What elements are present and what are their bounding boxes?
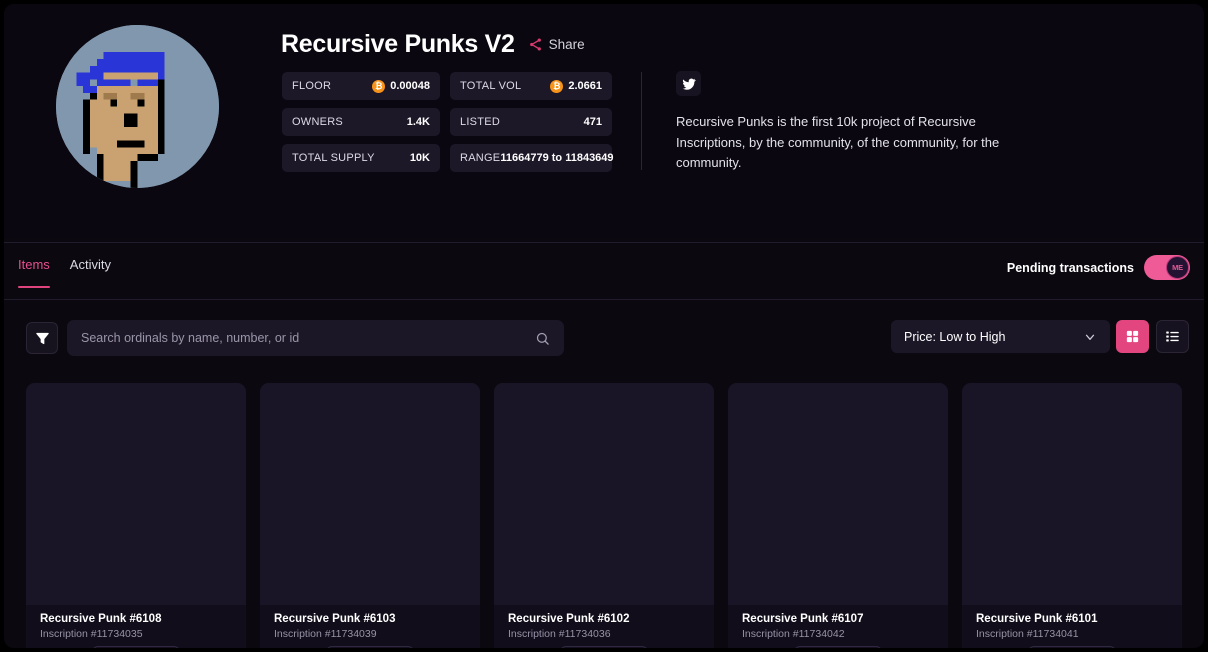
share-label: Share (549, 37, 585, 52)
item-info: Recursive Punk #6101 Inscription #117340… (962, 605, 1182, 648)
search-box[interactable] (67, 320, 564, 356)
item-title: Recursive Punk #6107 (742, 613, 934, 625)
share-nodes-icon (528, 37, 543, 52)
collection-title: Recursive Punks V2 (281, 30, 515, 59)
tab-bar: Items Activity Pending transactions ME (4, 243, 1204, 299)
item-info: Recursive Punk #6102 Inscription #117340… (494, 605, 714, 648)
stat-listed-label: LISTED (460, 116, 500, 128)
sort-select-value: Price: Low to High (904, 330, 1005, 344)
item-info: Recursive Punk #6108 Inscription #117340… (26, 605, 246, 648)
bitcoin-icon: ₿ (372, 80, 385, 93)
stat-range-label: RANGE (460, 152, 500, 164)
item-buy-button[interactable] (560, 646, 648, 648)
search-input[interactable] (81, 331, 535, 345)
filter-button[interactable] (26, 322, 58, 354)
bitcoin-icon: ₿ (550, 80, 563, 93)
item-card[interactable]: Recursive Punk #6108 Inscription #117340… (26, 383, 246, 648)
item-title: Recursive Punk #6103 (274, 613, 466, 625)
toggle-knob-label: ME (1172, 263, 1183, 272)
stat-range: RANGE 11664779 to 11843649 (450, 144, 612, 172)
collection-avatar (56, 25, 219, 188)
item-image (260, 383, 480, 605)
item-inscription: Inscription #11734036 (508, 628, 700, 640)
grid-view-button[interactable] (1116, 320, 1149, 353)
item-info: Recursive Punk #6107 Inscription #117340… (728, 605, 948, 648)
filter-funnel-icon (35, 331, 50, 346)
item-card[interactable]: Recursive Punk #6101 Inscription #117340… (962, 383, 1182, 648)
app-frame: Recursive Punks V2 Share FLOOR ₿ 0.00048 (4, 4, 1204, 648)
item-title: Recursive Punk #6101 (976, 613, 1168, 625)
stat-total-supply: TOTAL SUPPLY 10K (282, 144, 440, 172)
item-inscription: Inscription #11734042 (742, 628, 934, 640)
items-grid: Recursive Punk #6108 Inscription #117340… (4, 383, 1204, 648)
stat-floor-value: 0.00048 (390, 80, 430, 92)
stat-total-vol-value: 2.0661 (568, 80, 602, 92)
items-toolbar: Price: Low to High (4, 300, 1204, 383)
stat-floor-value-wrap: ₿ 0.00048 (372, 80, 430, 93)
stat-total-supply-label: TOTAL SUPPLY (292, 152, 375, 164)
item-buy-button[interactable] (92, 646, 180, 648)
stat-listed: LISTED 471 (450, 108, 612, 136)
stat-owners-label: OWNERS (292, 116, 343, 128)
tab-activity[interactable]: Activity (70, 257, 111, 288)
search-icon[interactable] (535, 331, 550, 346)
grid-view-icon (1125, 329, 1140, 344)
collection-description-block: Recursive Punks is the first 10k project… (676, 71, 1006, 174)
item-title: Recursive Punk #6108 (40, 613, 232, 625)
cryptopunk-avatar-icon (56, 25, 219, 188)
stat-total-vol-value-wrap: ₿ 2.0661 (550, 80, 602, 93)
stat-floor-label: FLOOR (292, 80, 331, 92)
twitter-icon (682, 77, 696, 91)
stat-total-vol-label: TOTAL VOL (460, 80, 521, 92)
share-button[interactable]: Share (528, 37, 585, 52)
item-inscription: Inscription #11734041 (976, 628, 1168, 640)
item-inscription: Inscription #11734039 (274, 628, 466, 640)
pending-transactions-toggle[interactable]: ME (1144, 255, 1190, 280)
item-buy-button[interactable] (1028, 646, 1116, 648)
item-buy-button[interactable] (794, 646, 882, 648)
stat-total-vol: TOTAL VOL ₿ 2.0661 (450, 72, 612, 100)
stat-floor: FLOOR ₿ 0.00048 (282, 72, 440, 100)
pending-transactions-control: Pending transactions ME (1007, 255, 1190, 280)
twitter-link-button[interactable] (676, 71, 701, 96)
pending-transactions-label: Pending transactions (1007, 261, 1134, 275)
collection-title-row: Recursive Punks V2 Share (281, 30, 585, 59)
tab-items[interactable]: Items (18, 257, 50, 288)
toggle-knob: ME (1166, 256, 1189, 279)
item-card[interactable]: Recursive Punk #6103 Inscription #117340… (260, 383, 480, 648)
item-info: Recursive Punk #6103 Inscription #117340… (260, 605, 480, 648)
item-title: Recursive Punk #6102 (508, 613, 700, 625)
stat-total-supply-value: 10K (410, 152, 430, 164)
item-image (728, 383, 948, 605)
stat-owners: OWNERS 1.4K (282, 108, 440, 136)
item-card[interactable]: Recursive Punk #6107 Inscription #117340… (728, 383, 948, 648)
list-view-button[interactable] (1156, 320, 1189, 353)
header-divider (641, 72, 642, 170)
item-buy-button[interactable] (326, 646, 414, 648)
item-image (494, 383, 714, 605)
stat-owners-value: 1.4K (407, 116, 430, 128)
chevron-down-icon (1083, 330, 1097, 344)
collection-description: Recursive Punks is the first 10k project… (676, 112, 1006, 174)
stat-listed-value: 471 (584, 116, 602, 128)
tab-list: Items Activity (18, 257, 111, 288)
stat-range-value: 11664779 to 11843649 (500, 152, 613, 164)
item-inscription: Inscription #11734035 (40, 628, 232, 640)
item-image (962, 383, 1182, 605)
item-card[interactable]: Recursive Punk #6102 Inscription #117340… (494, 383, 714, 648)
collection-stats: FLOOR ₿ 0.00048 TOTAL VOL ₿ 2.0661 OWNER… (282, 72, 608, 172)
collection-header: Recursive Punks V2 Share FLOOR ₿ 0.00048 (4, 4, 1204, 238)
list-view-icon (1165, 329, 1180, 344)
sort-select[interactable]: Price: Low to High (891, 320, 1110, 353)
item-image (26, 383, 246, 605)
